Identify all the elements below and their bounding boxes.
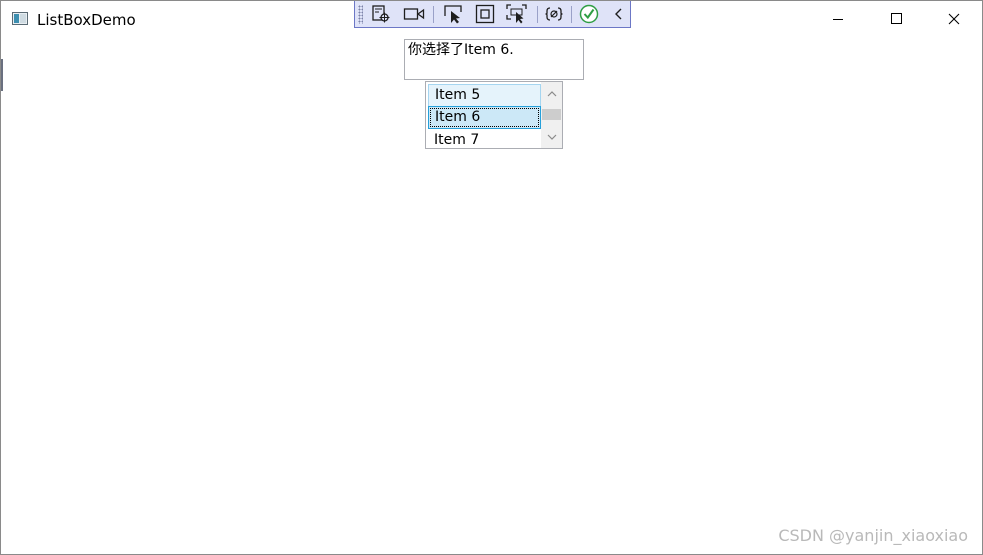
- focus-rectangle: [430, 108, 539, 127]
- toolbar-separator: [571, 6, 572, 23]
- vertical-scrollbar[interactable]: [541, 82, 562, 148]
- close-button[interactable]: [925, 1, 983, 37]
- minimize-button[interactable]: [809, 1, 867, 37]
- track-focus-icon[interactable]: [505, 3, 529, 25]
- scroll-up-button[interactable]: [541, 85, 562, 102]
- collapse-icon[interactable]: [607, 3, 631, 25]
- minimize-icon: [833, 19, 843, 20]
- select-element-icon[interactable]: [441, 3, 465, 25]
- display-adorners-icon[interactable]: [473, 3, 497, 25]
- app-icon: [12, 12, 28, 25]
- app-window: ListBoxDemo 你选择了Item 6. Item 5 Item 6 It…: [0, 0, 983, 555]
- list-item[interactable]: Item 7: [428, 130, 541, 148]
- window-edge-mark: [1, 59, 3, 91]
- live-visual-tree-icon[interactable]: [369, 3, 393, 25]
- toolbar-separator: [537, 6, 538, 23]
- item-listbox[interactable]: Item 5 Item 6 Item 7: [425, 81, 563, 149]
- maximize-icon: [891, 13, 902, 24]
- list-item-label: Item 5: [435, 87, 481, 103]
- debug-toolbar: [354, 1, 631, 28]
- toolbar-separator: [433, 6, 434, 23]
- list-item[interactable]: Item 5: [428, 84, 541, 107]
- close-icon: [948, 13, 960, 25]
- scroll-thumb[interactable]: [542, 109, 561, 120]
- selection-result-textbox[interactable]: 你选择了Item 6.: [404, 39, 584, 80]
- chevron-down-icon: [547, 134, 556, 140]
- chevron-up-icon: [547, 91, 556, 97]
- list-item-label: Item 7: [434, 132, 480, 148]
- list-item-selected[interactable]: Item 6: [428, 106, 541, 129]
- maximize-button[interactable]: [867, 1, 925, 37]
- selection-result-text: 你选择了Item 6.: [408, 42, 514, 58]
- scroll-down-button[interactable]: [541, 129, 562, 146]
- hot-reload-ok-icon[interactable]: [577, 3, 601, 25]
- toolbar-grip[interactable]: [358, 5, 363, 24]
- watermark: CSDN @yanjin_xiaoxiao: [778, 526, 968, 545]
- binding-failures-icon[interactable]: [542, 3, 566, 25]
- window-title: ListBoxDemo: [37, 11, 136, 29]
- record-icon[interactable]: [402, 3, 426, 25]
